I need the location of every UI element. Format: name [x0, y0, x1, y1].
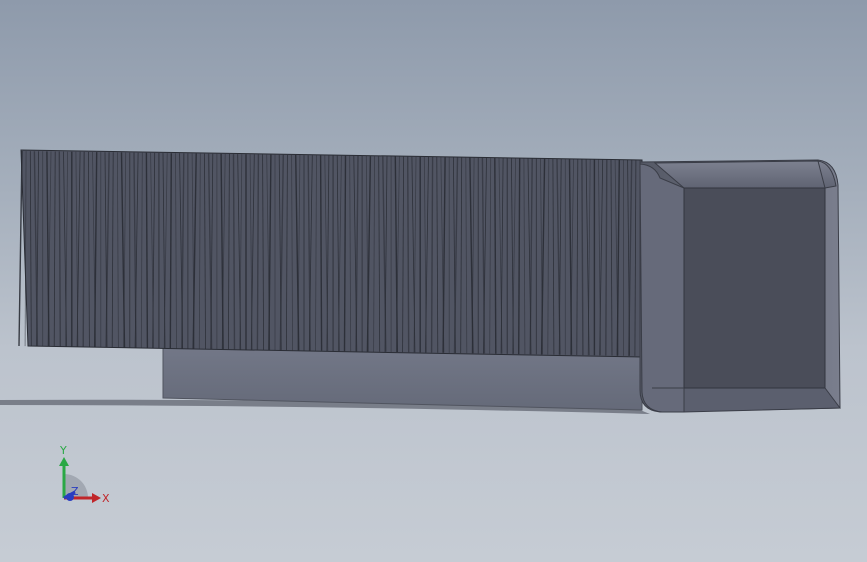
bristle-line	[169, 153, 172, 349]
x-axis-arrow-icon	[92, 493, 101, 503]
bristle-line	[58, 151, 61, 347]
bristle-line	[581, 159, 584, 356]
end-cap-top-bevel	[653, 160, 837, 189]
end-cap-left-edge	[639, 163, 685, 413]
brush-model[interactable]	[0, 0, 867, 562]
end-cap-face	[683, 187, 826, 389]
z-axis-label: Z	[71, 485, 79, 498]
bristle-line	[232, 154, 236, 350]
axis-triad[interactable]: Y X Z	[48, 440, 118, 510]
end-cap-bottom-bevel	[683, 387, 841, 413]
x-axis-label: X	[102, 492, 110, 505]
end-cap[interactable]	[639, 159, 841, 413]
bristle-line	[82, 151, 85, 348]
bristle-line	[605, 159, 608, 356]
y-axis-label: Y	[59, 444, 67, 457]
bristle-line	[145, 152, 149, 349]
3d-viewport[interactable]: Y X Z	[0, 0, 867, 562]
bristle-line	[518, 158, 521, 355]
bristle-line	[18, 150, 23, 347]
y-axis-arrow-icon	[59, 457, 69, 466]
